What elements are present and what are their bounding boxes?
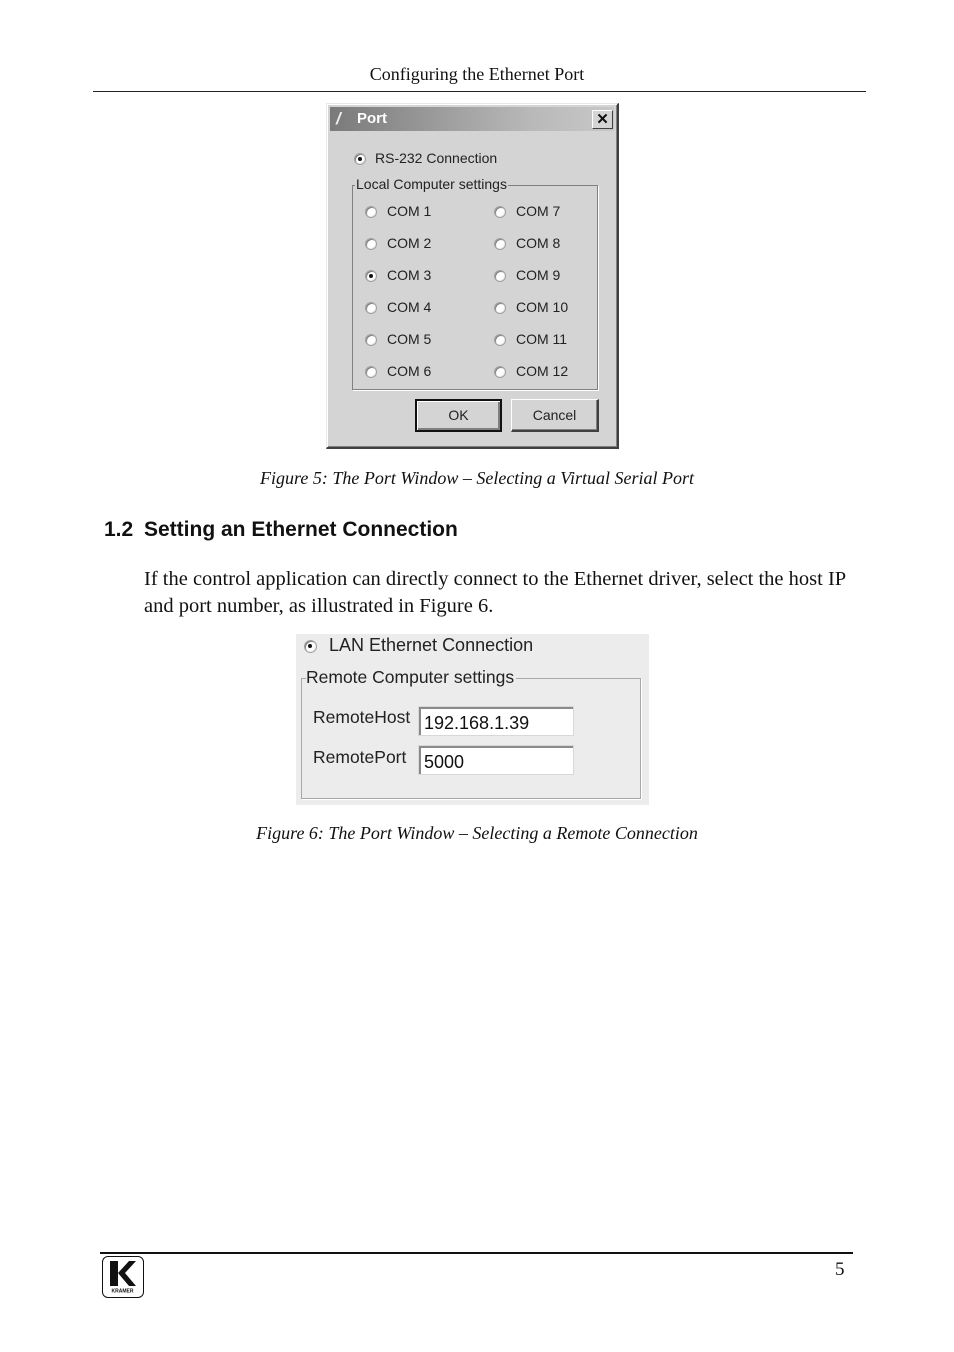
header-rule [93,91,866,92]
com-port-radio[interactable] [494,206,506,218]
com-port-label: COM 9 [516,267,561,283]
com-port-label: COM 2 [387,235,432,251]
com-port-label: COM 7 [516,203,561,219]
section-heading: 1.2 Setting an Ethernet Connection [104,518,458,542]
remote-host-input[interactable]: 192.168.1.39 [418,706,574,736]
logo-text: KRAMER [112,1289,134,1295]
com-port-label: COM 11 [516,331,568,347]
footer-rule [100,1252,853,1254]
com-port-radio[interactable] [365,334,377,346]
com-port-label: COM 6 [387,363,432,379]
com-port-radio[interactable] [494,366,506,378]
section-number: 1.2 [104,518,134,541]
cancel-button[interactable]: Cancel [511,399,599,432]
title-bar[interactable]: / Port ✕ [330,107,614,131]
com-port-label: COM 4 [387,299,432,315]
com-port-label: COM 5 [387,331,432,347]
com-port-radio[interactable] [494,270,506,282]
ok-button[interactable]: OK [415,399,502,432]
com-port-radio[interactable] [365,302,377,314]
group-label: Local Computer settings [355,176,508,192]
lan-ethernet-radio[interactable] [304,640,317,653]
com-port-radio[interactable] [365,238,377,250]
com-port-label: COM 12 [516,363,569,379]
running-head: Configuring the Ethernet Port [369,64,585,84]
com-port-label: COM 1 [387,203,432,219]
com-port-label: COM 8 [516,235,561,251]
group-label: Remote Computer settings [306,667,517,688]
window-title: Port [357,110,387,127]
page-number: 5 [835,1259,845,1280]
figure-6-caption: Figure 6: The Port Window – Selecting a … [256,823,698,843]
close-icon: ✕ [596,111,609,128]
section-title: Setting an Ethernet Connection [144,518,458,541]
kramer-logo: KRAMER [102,1256,144,1298]
com-port-radio[interactable] [365,366,377,378]
remote-connection-panel: LAN Ethernet Connection Remote Computer … [296,634,649,805]
port-dialog: / Port ✕ RS-232 Connection Local Compute… [326,103,619,449]
lan-ethernet-label: LAN Ethernet Connection [329,635,534,655]
app-icon: / [336,109,341,128]
remote-port-label: RemotePort [313,747,407,767]
com-port-radio[interactable] [494,238,506,250]
rs232-radio[interactable] [354,153,366,165]
com-port-radio[interactable] [365,206,377,218]
com-port-radio[interactable] [494,334,506,346]
kramer-k-icon: KRAMER [110,1261,136,1295]
remote-host-label: RemoteHost [313,707,411,727]
rs232-label: RS-232 Connection [375,150,498,166]
remote-port-input[interactable]: 5000 [418,745,574,775]
com-port-label: COM 3 [387,267,432,283]
remote-computer-settings-group [301,678,641,799]
com-port-label: COM 10 [516,299,569,315]
close-button[interactable]: ✕ [592,110,613,129]
com-port-radio[interactable] [494,302,506,314]
com-port-radio[interactable] [365,270,377,282]
figure-5-caption: Figure 5: The Port Window – Selecting a … [260,468,694,488]
body-paragraph: If the control application can directly … [144,568,846,617]
